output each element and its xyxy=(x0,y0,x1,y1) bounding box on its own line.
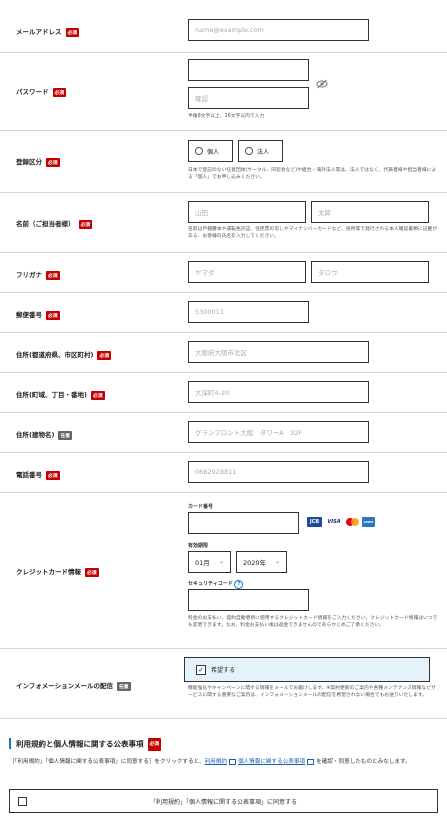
radio-corporation[interactable]: 法人 xyxy=(238,140,283,162)
checkbox-label: 希望する xyxy=(211,667,236,674)
postal-label: 郵便番号 必須 xyxy=(16,310,60,320)
name-help: 名前は戸籍謄本や運転免許証、住民票の写しやマイナンバーカードなど、役所等で発行さ… xyxy=(188,227,438,239)
help-circle-icon[interactable]: ? xyxy=(234,580,244,589)
required-badge: 必須 xyxy=(85,567,99,577)
address3-label: 住所(建物名) 任意 xyxy=(16,430,73,440)
address3-row: 住所(建物名) 任意 グランフロント大阪 タワーA 32F xyxy=(0,412,447,453)
name-row: 名前（ご担当者様） 必須 山田 太郎 名前は戸籍謄本や運転免許証、住民票の写しやマ… xyxy=(0,192,447,253)
card-number-input[interactable] xyxy=(188,512,299,534)
terms-text-prefix: ［「利用規約」「個人情報に関する公表事項」に同意する］をクリックすると、 xyxy=(9,759,205,765)
visa-icon: VISA xyxy=(327,519,341,525)
external-window-icon xyxy=(307,758,315,765)
privacy-policy-link[interactable]: 個人情報に関する公表事項 xyxy=(238,759,305,765)
mastercard-icon xyxy=(346,517,360,527)
radio-individual[interactable]: 個人 xyxy=(188,140,233,162)
newsletter-row: インフォメーションメールの配信 任意 ✓ 希望する 機能強化やキャンペーンに関する… xyxy=(0,648,447,719)
address3-input[interactable]: グランフロント大阪 タワーA 32F xyxy=(188,421,369,443)
postal-input[interactable]: 5300011 xyxy=(188,301,309,323)
radio-label: 個人 xyxy=(207,148,220,156)
first-name-input[interactable]: 太郎 xyxy=(311,201,429,223)
required-badge: 必須 xyxy=(52,87,67,97)
newsletter-help: 機能強化やキャンペーンに関する情報をメールでお届けします。※契約更新のご案内や各… xyxy=(188,686,436,698)
year-value: 2020年 xyxy=(243,559,267,567)
address2-label: 住所(町域、丁目・番地) 必須 xyxy=(16,390,105,400)
expiry-year-select[interactable]: 2020年 ⌄ xyxy=(236,551,287,573)
last-name-input[interactable]: 山田 xyxy=(188,201,306,223)
required-badge: 必須 xyxy=(46,157,60,167)
credit-card-help: 料金のお支払い、契約自動更新に使用するクレジットカード情報をご入力ください。クレ… xyxy=(188,616,438,628)
required-badge: 必須 xyxy=(46,470,60,480)
chevron-down-icon: ⌄ xyxy=(218,558,224,565)
furigana-last-input[interactable]: ヤマダ xyxy=(188,261,306,283)
newsletter-label: インフォメーションメールの配信 任意 xyxy=(16,681,131,691)
card-number-label: カード番号 xyxy=(188,504,214,510)
required-badge: 必須 xyxy=(90,390,105,400)
address1-label: 住所(都道府県、市区町村) 必須 xyxy=(16,350,112,360)
radio-circle-icon xyxy=(195,147,203,155)
month-value: 01月 xyxy=(195,559,210,567)
phone-input[interactable]: 0682928811 xyxy=(188,461,369,483)
address2-input[interactable]: 大深町4-20 xyxy=(188,381,369,403)
terms-text-suffix: を確認・同意したものとみなします。 xyxy=(316,759,411,765)
eye-slash-icon[interactable] xyxy=(316,79,328,89)
phone-row: 電話番号 必須 0682928811 xyxy=(0,452,447,493)
agree-terms-checkbox[interactable]: 「利用規約」「個人情報に関する公表事項」に同意する xyxy=(9,789,438,813)
credit-card-row: クレジットカード情報 必須 カード番号 有効期限 01月 ⌄ 2020年 ⌄ セキュリ… xyxy=(0,492,447,649)
registration-type-label: 登録区分 必須 xyxy=(16,157,60,167)
required-badge: 必須 xyxy=(147,738,162,751)
registration-type-row: 登録区分 必須 個人 法人 日本で登記のない任意団体(サークル、同窓会など)や組合… xyxy=(0,130,447,193)
email-row: メールアドレス 必須 name@example.com xyxy=(0,0,447,53)
email-label: メールアドレス 必須 xyxy=(16,27,80,37)
furigana-row: フリガナ 必須 ヤマダ タロウ xyxy=(0,252,447,293)
optional-badge: 任意 xyxy=(58,430,73,440)
address1-input[interactable]: 大阪府大阪市北区 xyxy=(188,341,369,363)
radio-circle-icon xyxy=(245,147,253,155)
password-label: パスワード 必須 xyxy=(16,87,67,97)
optional-badge: 任意 xyxy=(116,681,131,691)
required-badge: 必須 xyxy=(46,270,60,280)
required-badge: 必須 xyxy=(97,350,112,360)
email-input[interactable]: name@example.com xyxy=(188,19,369,41)
jcb-icon: JCB xyxy=(307,517,322,527)
security-code-input[interactable] xyxy=(188,589,309,611)
agree-label: 「利用規約」「個人情報に関する公表事項」に同意する xyxy=(149,798,297,806)
required-badge: 必須 xyxy=(46,310,60,320)
address2-row: 住所(町域、丁目・番地) 必須 大深町4-20 xyxy=(0,372,447,413)
address1-row: 住所(都道府県、市区町村) 必須 大阪府大阪市北区 xyxy=(0,332,447,373)
postal-row: 郵便番号 必須 5300011 xyxy=(0,292,447,333)
password-confirm-input[interactable]: 確認 xyxy=(188,87,309,109)
terms-of-use-link[interactable]: 利用規約 xyxy=(205,759,227,765)
password-row: パスワード 必須 確認 半角8文字以上、16文字以内で入力 xyxy=(0,52,447,131)
external-window-icon xyxy=(228,758,236,765)
radio-label: 法人 xyxy=(257,148,270,156)
terms-text: ［「利用規約」「個人情報に関する公表事項」に同意する］をクリックすると、利用規約… xyxy=(9,757,437,767)
terms-title: 利用規約と個人情報に関する公表事項 必須 xyxy=(9,738,162,751)
newsletter-checkbox[interactable]: ✓ 希望する xyxy=(184,657,430,682)
registration-type-help: 日本で登記のない任意団体(サークル、同窓会など)や組合・海外法人等は、法人ではな… xyxy=(188,168,437,180)
furigana-first-input[interactable]: タロウ xyxy=(311,261,429,283)
required-badge: 必須 xyxy=(65,27,80,37)
credit-card-label: クレジットカード情報 必須 xyxy=(16,567,99,577)
chevron-down-icon: ⌄ xyxy=(274,558,280,565)
phone-label: 電話番号 必須 xyxy=(16,470,60,480)
furigana-label: フリガナ 必須 xyxy=(16,270,60,280)
password-input[interactable] xyxy=(188,59,309,81)
expiry-label: 有効期限 xyxy=(188,543,209,549)
expiry-month-select[interactable]: 01月 ⌄ xyxy=(188,551,231,573)
security-code-label: セキュリティコード ? xyxy=(188,580,244,589)
password-help: 半角8文字以上、16文字以内で入力 xyxy=(188,114,265,119)
required-badge: 必須 xyxy=(78,219,93,229)
amex-icon: AMEX xyxy=(362,517,375,527)
checkbox-icon xyxy=(18,796,27,806)
name-label: 名前（ご担当者様） 必須 xyxy=(16,219,93,229)
checkbox-checked-icon: ✓ xyxy=(196,664,206,675)
